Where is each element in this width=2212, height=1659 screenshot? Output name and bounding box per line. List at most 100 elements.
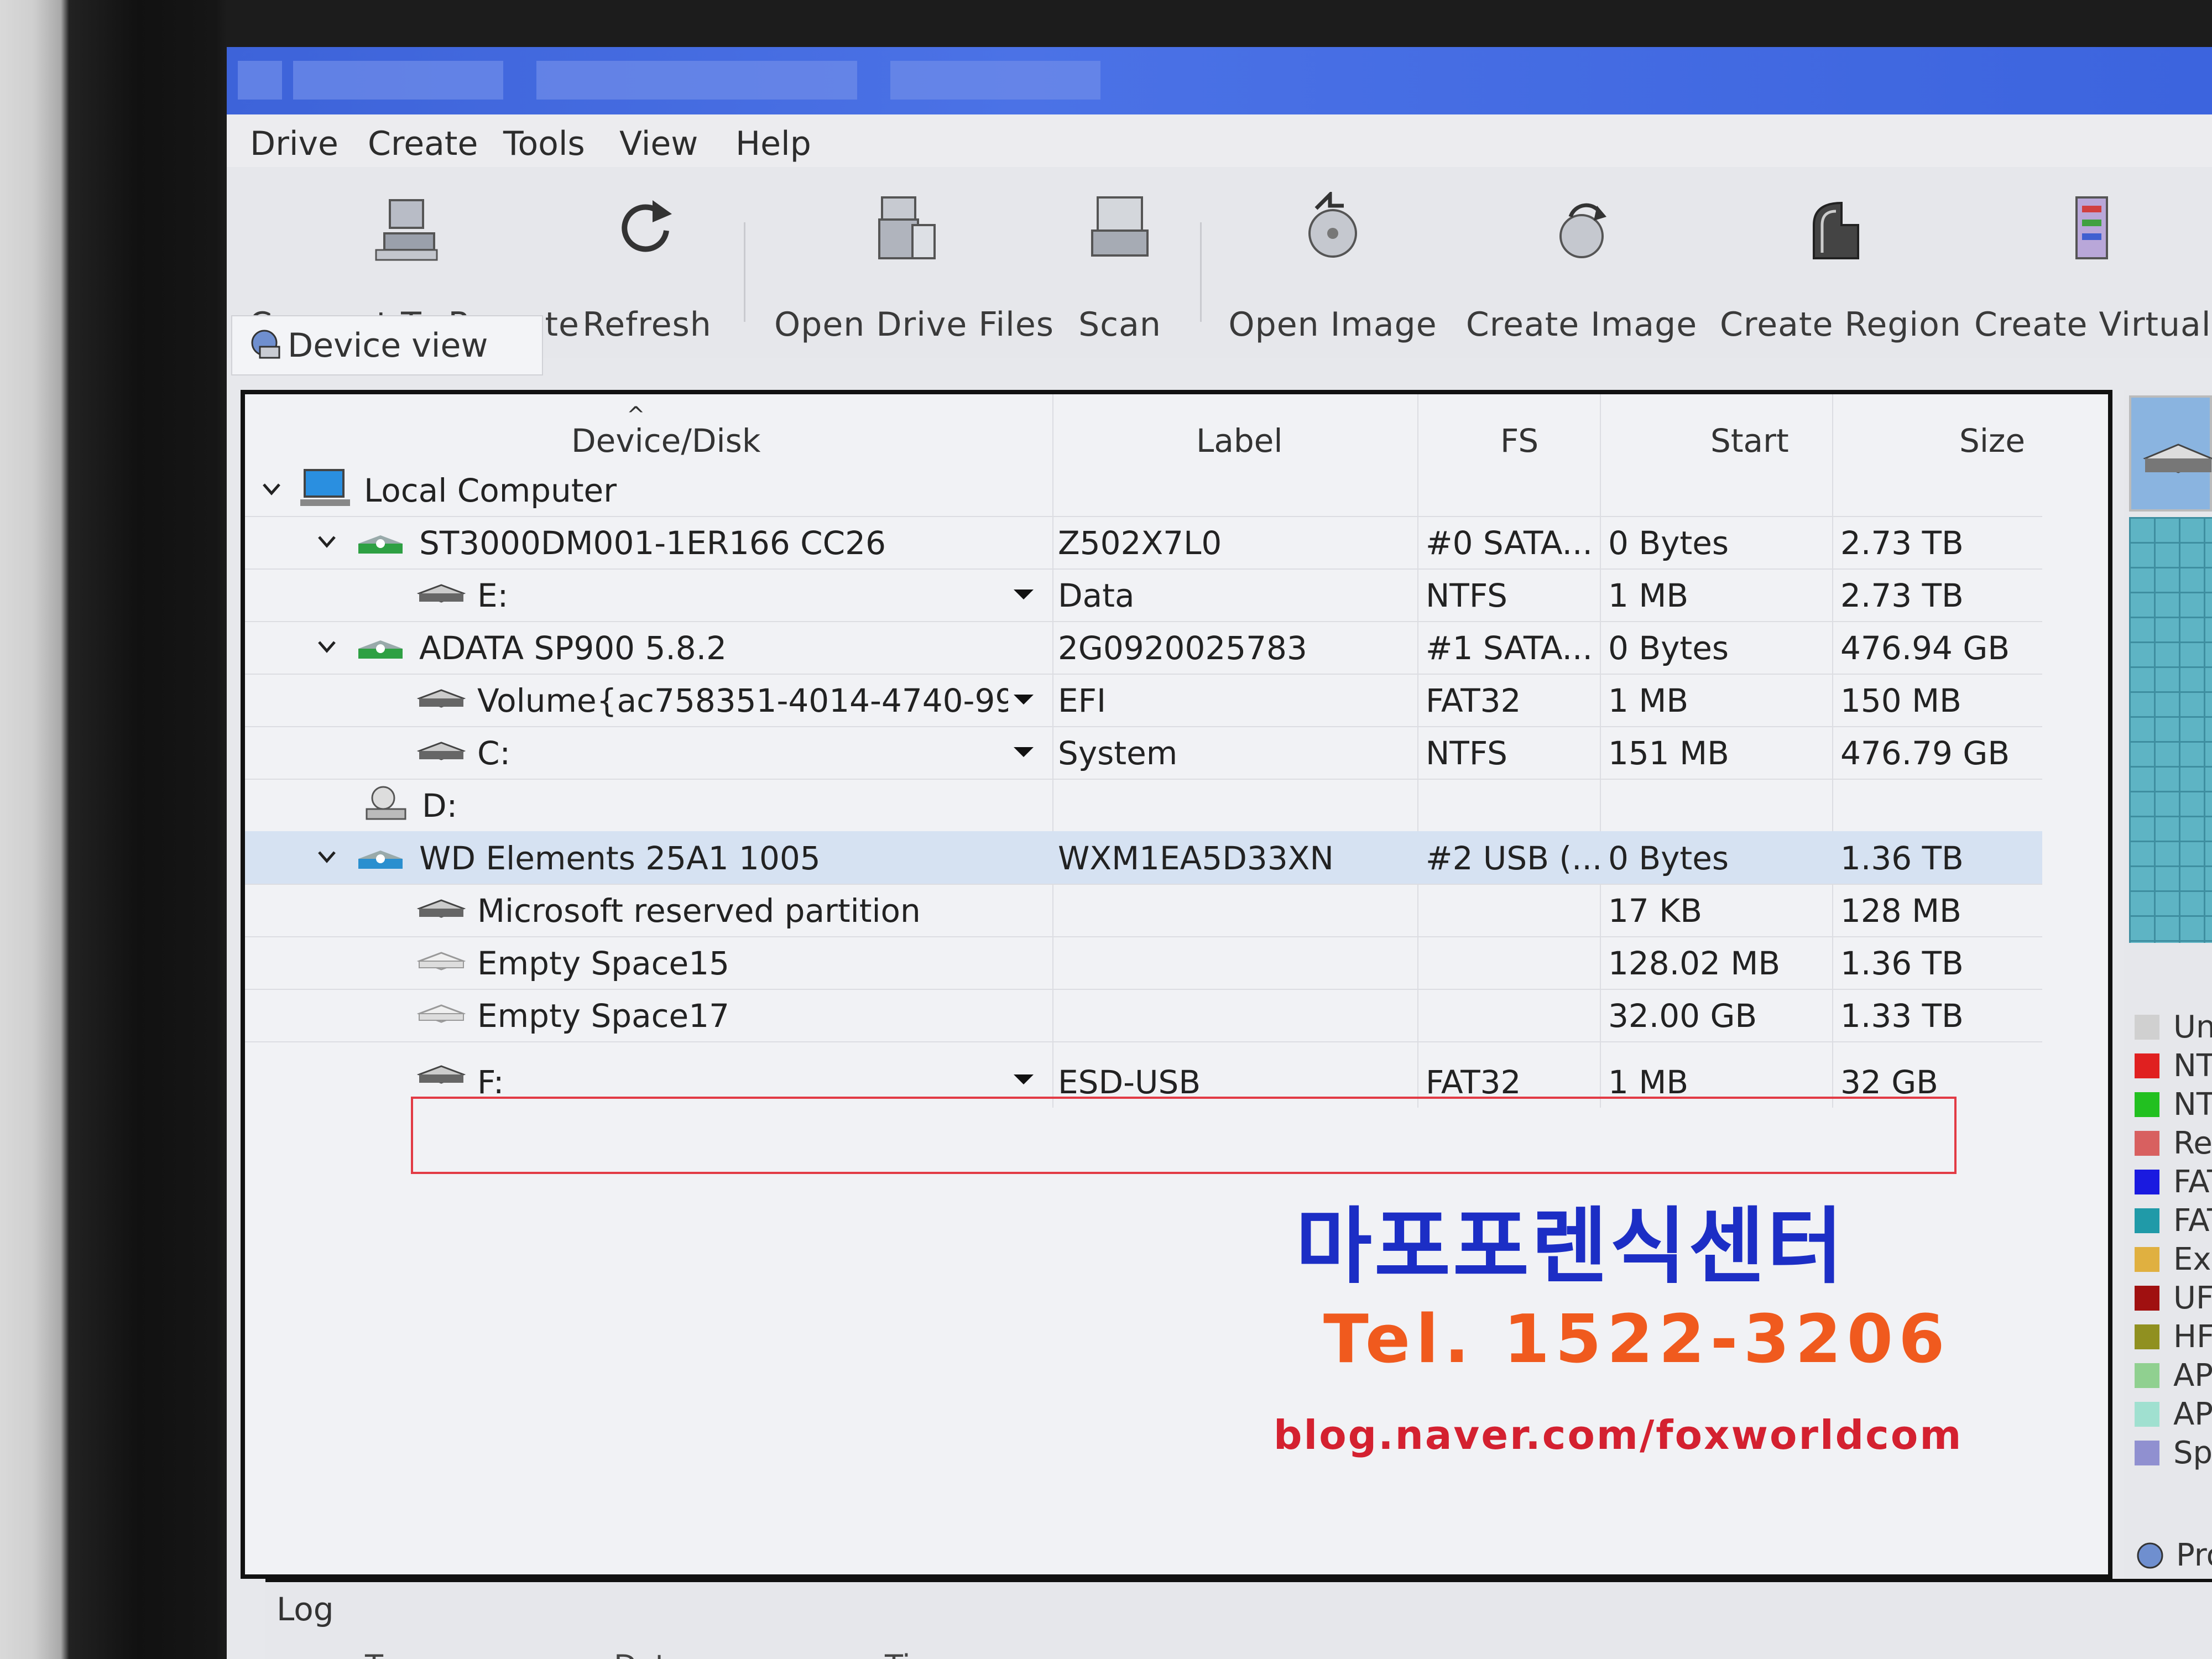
legend-label: FAT [2173,1164,2212,1200]
menu-view[interactable]: View [619,124,698,163]
partition-icon [416,899,466,918]
device-view-icon [251,330,280,359]
empty-space-icon [416,1004,466,1023]
watermark-blog: blog.naver.com/foxworldcom [1274,1412,1963,1458]
computer-network-icon [375,199,438,261]
legend-label: Spec [2173,1435,2212,1471]
refresh-button[interactable]: Refresh [575,167,719,349]
column-header-start[interactable]: Start [1710,422,1789,460]
tree-row-disk[interactable]: ADATA SP900 5.8.2 2G0920025783 #1 SATA..… [245,621,2042,675]
dropdown-arrow-icon[interactable] [1014,1074,1034,1084]
legend-swatch [2135,1286,2159,1311]
open-drive-files-button[interactable]: Open Drive Files [774,167,1053,349]
legend-swatch [2135,1208,2159,1233]
usb-disk-icon [358,851,403,869]
log-title: Log [276,1590,334,1628]
legend-label: UFS, [2173,1280,2212,1316]
disk-cluster-map[interactable] [2129,517,2212,943]
tree-row-partition[interactable]: Microsoft reserved partition 17 KB 128 M… [245,884,2042,937]
cd-drive-icon [366,786,406,820]
app-window: Drive Create Tools View Help Connect To … [227,47,2212,1659]
legend-swatch [2135,1092,2159,1117]
hard-disk-icon [358,640,403,659]
tree-row-local-computer[interactable]: Local Computer [245,463,2042,517]
partition-icon [416,742,466,760]
tree-row-optical-drive[interactable]: D: [245,779,2042,832]
legend-label: APFS [2173,1358,2212,1394]
create-image-icon [1559,203,1606,258]
tree-row-disk-selected[interactable]: WD Elements 25A1 1005 WXM1EA5D33XN #2 US… [245,831,2042,885]
legend-swatch [2135,1441,2159,1465]
partition-icon [416,1065,466,1084]
scan-icon [1091,196,1149,257]
title-bar [227,47,2212,114]
dropdown-arrow-icon[interactable] [1014,589,1034,599]
tab-device-view[interactable]: Device view [231,315,543,375]
column-header-label[interactable]: Label [1196,422,1282,460]
tree-row-partition[interactable]: C: System NTFS 151 MB 476.79 GB [245,726,2042,780]
hard-disk-icon [358,535,403,554]
dropdown-arrow-icon[interactable] [1014,747,1034,757]
legend-swatch [2135,1363,2159,1388]
refresh-icon [622,200,672,252]
tree-row-partition[interactable]: Volume{ac758351-4014-4740-9980- EFI FAT3… [245,674,2042,727]
legend-swatch [2135,1324,2159,1349]
menu-drive[interactable]: Drive [250,124,338,163]
tree-row-empty-space[interactable]: Empty Space15 128.02 MB 1.36 TB [245,936,2042,990]
create-virtual-raid-button[interactable]: Create Virtual R [1969,167,2212,349]
log-panel: Log Type Date Time [265,1579,2212,1659]
column-header-size[interactable]: Size [1959,422,2025,460]
device-table: Device/Disk ^ Label FS Start Size Local … [241,390,2112,1579]
dropdown-arrow-icon[interactable] [1014,695,1034,705]
chevron-down-icon[interactable] [317,637,337,656]
log-column-date[interactable]: Date [614,1648,685,1659]
legend-swatch [2135,1131,2159,1156]
tree-row-disk[interactable]: ST3000DM001-1ER166 CC26 Z502X7L0 #0 SATA… [245,516,2042,570]
folder-files-icon [878,196,936,259]
legend-swatch [2135,1053,2159,1078]
legend-label: HFS, [2173,1319,2212,1355]
menu-help[interactable]: Help [735,124,811,163]
open-image-icon [1308,192,1357,258]
watermark-tel: Tel. 1522-3206 [1323,1301,1950,1378]
legend-label: FAT [2173,1203,2212,1239]
log-column-type[interactable]: Type [365,1648,434,1659]
legend-label: APFS [2173,1396,2212,1432]
tree-row-partition[interactable]: E: Data NTFS 1 MB 2.73 TB [245,568,2042,622]
create-region-button[interactable]: Create Region [1720,167,1961,349]
open-image-button[interactable]: Open Image [1217,167,1449,349]
chevron-down-icon[interactable] [317,531,337,551]
disk-map-panel: UnuNTINTIReFFATFATExt2UFS,HFS,APFSAPFSSp… [2124,390,2212,1579]
computer-icon [300,469,350,506]
legend-label: NTI [2173,1087,2212,1123]
menu-create[interactable]: Create [368,124,478,163]
column-header-fs[interactable]: FS [1500,422,1538,460]
legend-label: NTI [2173,1048,2212,1084]
tree-row-empty-space[interactable]: Empty Space17 32.00 GB 1.33 TB [245,989,2042,1042]
partition-icon [416,584,466,603]
watermark-name: 마포포렌식센터 [1296,1199,1846,1295]
disk-header [2129,395,2212,512]
legend-swatch [2135,1170,2159,1194]
toolbar-separator [1200,222,1202,322]
toolbar-separator [744,222,745,322]
properties-icon [2137,1542,2163,1569]
scan-button[interactable]: Scan [1056,167,1183,349]
empty-space-icon [416,952,466,971]
sort-arrow-icon: ^ [627,403,645,428]
create-image-button[interactable]: Create Image [1460,167,1703,349]
legend-swatch [2135,1402,2159,1427]
legend-swatch [2135,1015,2159,1040]
virtual-raid-icon [2075,196,2108,259]
menu-bar: Drive Create Tools View Help [227,114,2212,167]
log-column-time[interactable]: Time [885,1648,958,1659]
legend-label: Unu [2173,1009,2212,1045]
chevron-down-icon[interactable] [262,479,281,499]
menu-tools[interactable]: Tools [503,124,585,163]
legend-swatch [2135,1247,2159,1272]
highlight-box [411,1097,1957,1174]
partition-icon [416,689,466,708]
legend-label: Ext2 [2173,1241,2212,1277]
column-header-device[interactable]: Device/Disk [571,422,760,460]
chevron-down-icon[interactable] [317,847,337,867]
